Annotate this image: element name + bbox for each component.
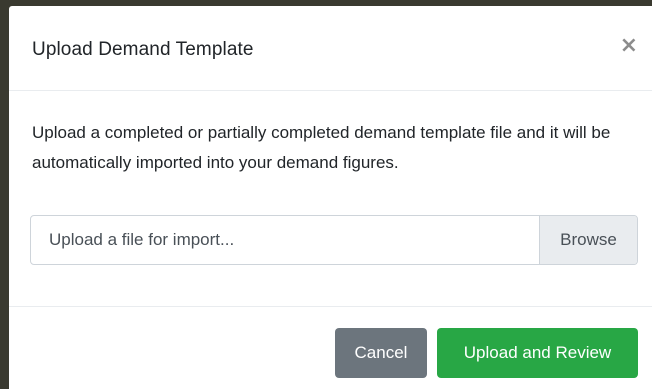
- close-icon[interactable]: ×: [620, 35, 638, 57]
- upload-description: Upload a completed or partially complete…: [32, 123, 611, 172]
- modal-body: Upload a completed or partially complete…: [9, 91, 652, 307]
- file-upload-input[interactable]: Upload a file for import... Browse: [30, 215, 638, 265]
- browse-button[interactable]: Browse: [539, 216, 637, 264]
- modal-title: Upload Demand Template: [32, 39, 254, 60]
- cancel-button[interactable]: Cancel: [335, 328, 427, 378]
- upload-demand-template-dialog: Upload Demand Template × Upload a comple…: [9, 6, 652, 389]
- modal-footer: Cancel Upload and Review: [9, 307, 652, 389]
- modal-header: Upload Demand Template ×: [9, 6, 652, 91]
- file-input-placeholder[interactable]: Upload a file for import...: [31, 216, 539, 264]
- upload-and-review-button[interactable]: Upload and Review: [437, 328, 638, 378]
